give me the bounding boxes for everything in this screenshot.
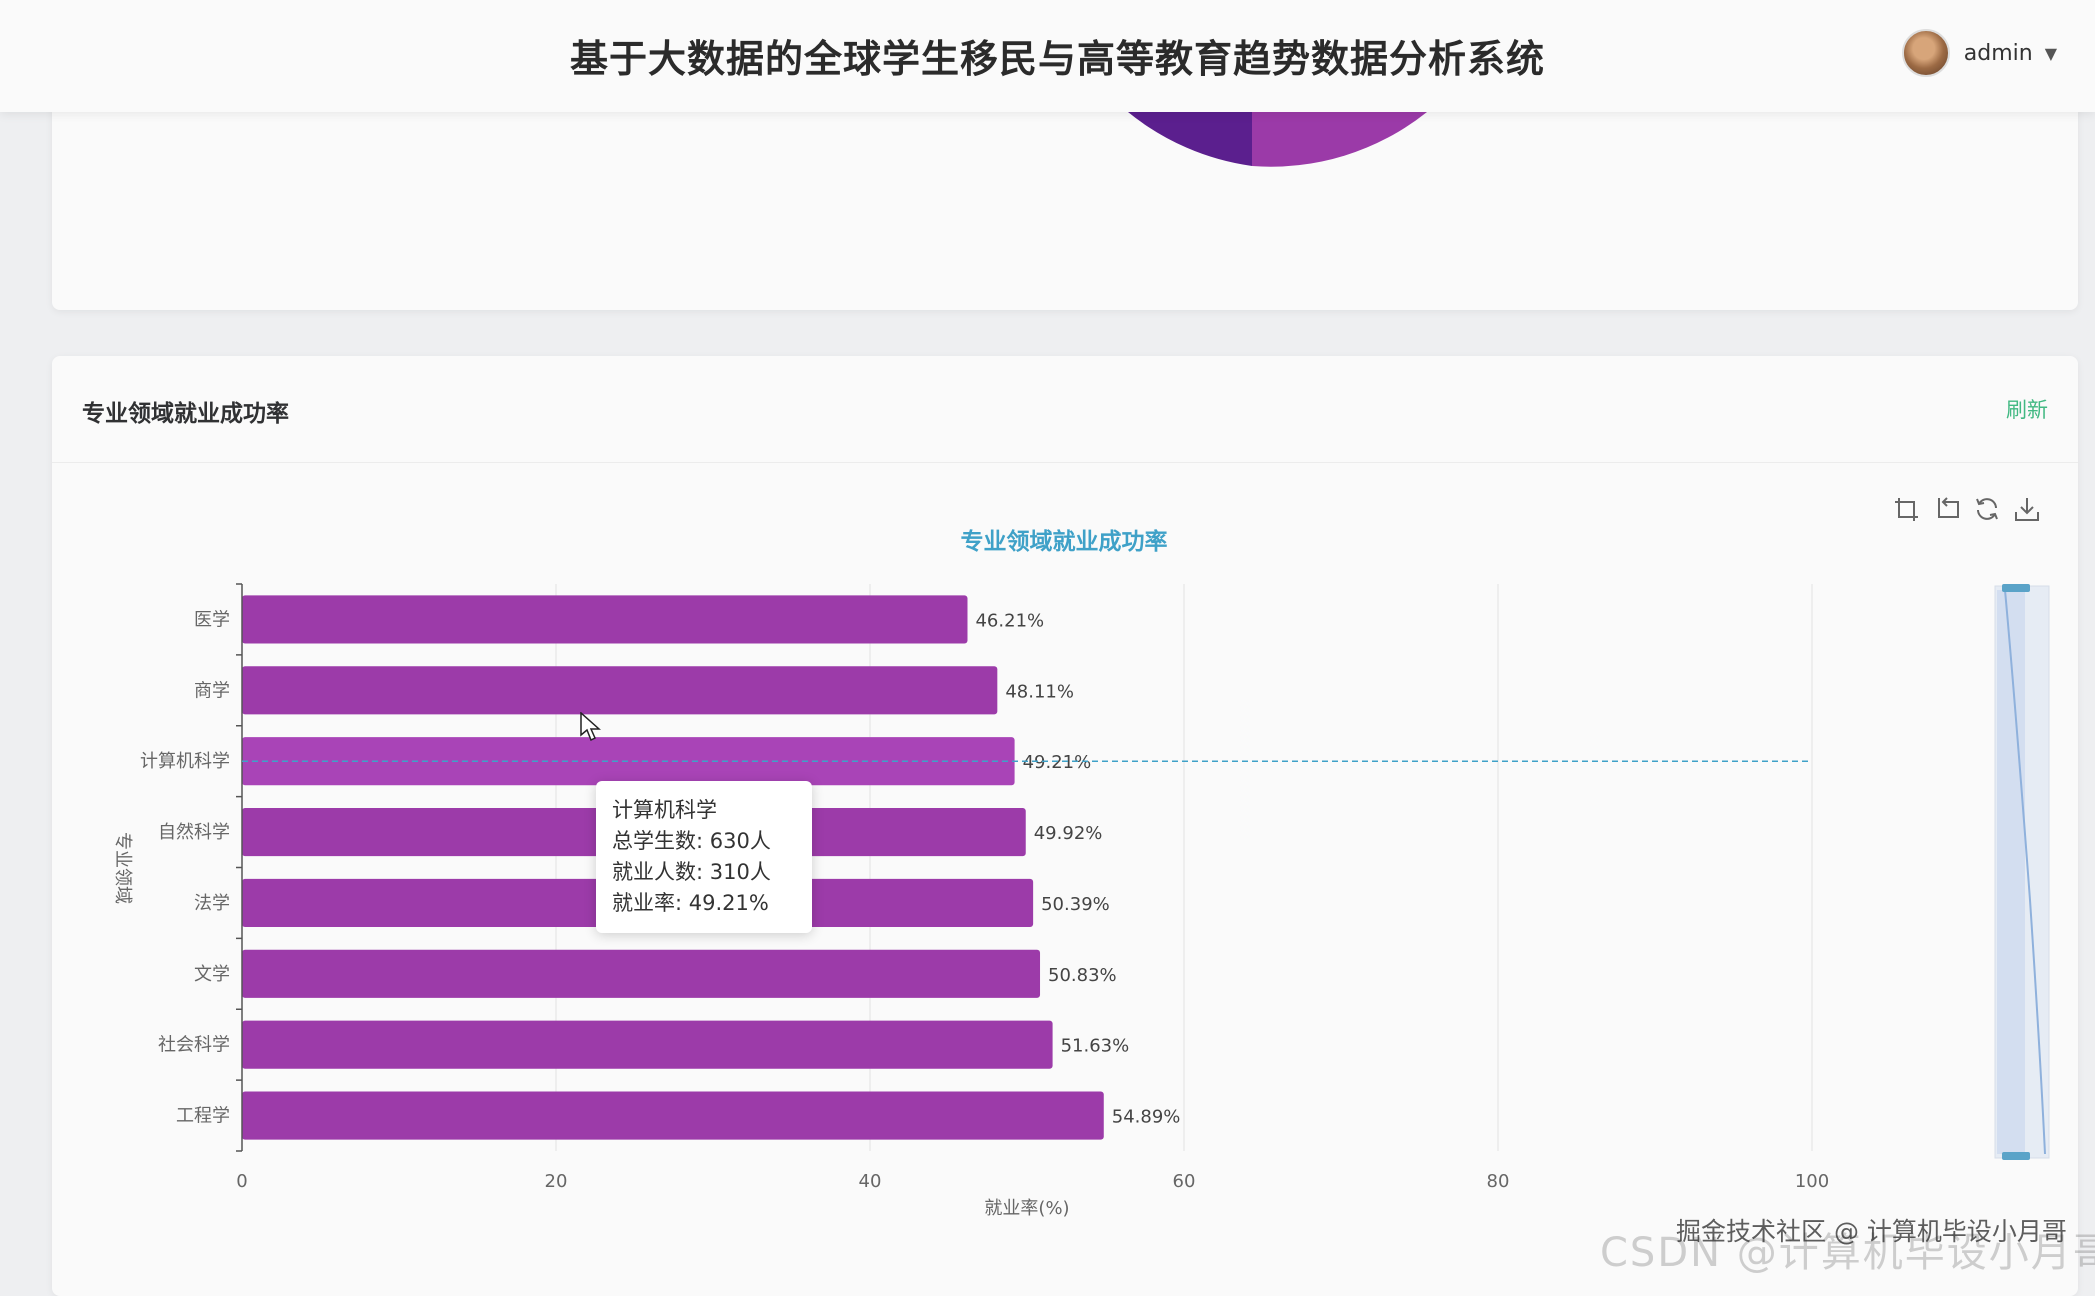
bar[interactable] (242, 1020, 1053, 1069)
y-tick-label: 法学 (194, 893, 230, 914)
y-tick-label: 计算机科学 (140, 751, 230, 772)
data-label: 46.21% (975, 610, 1044, 631)
avatar[interactable] (1901, 29, 1950, 77)
chart-title: 专业领域就业成功率 (961, 528, 1168, 555)
datazoom-handle-bottom[interactable] (2002, 1152, 2030, 1160)
x-tick-label: 40 (859, 1171, 882, 1192)
app-title: 基于大数据的全球学生移民与高等教育趋势数据分析系统 (569, 37, 1545, 81)
tooltip-employed: 就业人数: 310人 (612, 860, 771, 884)
mouse-cursor-icon (580, 712, 601, 742)
data-label: 48.11% (1005, 681, 1074, 702)
tooltip-total-students: 总学生数: 630人 (612, 829, 771, 853)
bar[interactable] (242, 949, 1041, 998)
tooltip-category: 计算机科学 (612, 798, 717, 822)
data-label: 54.89% (1112, 1107, 1181, 1128)
x-tick-label: 100 (1795, 1171, 1829, 1192)
top-header: 基于大数据的全球学生移民与高等教育趋势数据分析系统 admin ▼ (0, 0, 2095, 112)
y-tick-label: 社会科学 (158, 1035, 230, 1056)
data-label: 50.39% (1041, 894, 1110, 915)
tooltip-rate: 就业率: 49.21% (612, 891, 769, 915)
user-name[interactable]: admin (1964, 41, 2033, 66)
bar-chart: 0 20 40 60 80 100 医学 46.21% 商学 48.11% 计算机科学 49.21% 自… (112, 528, 2050, 1219)
chart-tooltip: 计算机科学 总学生数: 630人 就业人数: 310人 就业率: 49.21% (596, 781, 812, 933)
user-menu[interactable]: admin ▼ (1901, 28, 2057, 78)
chevron-down-icon[interactable]: ▼ (2045, 44, 2057, 63)
datazoom-handle-top[interactable] (2002, 584, 2030, 592)
x-tick-label: 80 (1487, 1171, 1510, 1192)
data-label: 49.92% (1034, 823, 1103, 844)
x-tick-label: 0 (236, 1171, 247, 1192)
y-tick-label: 文学 (194, 964, 230, 985)
bar[interactable] (242, 595, 968, 644)
y-tick-label: 自然科学 (158, 822, 230, 843)
y-tick-label: 商学 (194, 680, 230, 701)
datazoom-slider[interactable] (1994, 584, 2050, 1160)
data-label: 51.63% (1061, 1036, 1130, 1057)
bar[interactable] (242, 666, 998, 715)
y-axis-label: 专业领域 (112, 832, 133, 904)
data-label: 49.21% (1023, 752, 1092, 773)
x-axis-label: 就业率(%) (984, 1198, 1069, 1219)
x-tick-label: 20 (545, 1171, 568, 1192)
data-label: 50.83% (1048, 965, 1117, 986)
watermark-juejin: 掘金技术社区 @ 计算机毕设小月哥 (1676, 1217, 2067, 1246)
y-tick-label: 医学 (194, 609, 230, 630)
bar[interactable] (242, 1091, 1104, 1140)
y-tick-label: 工程学 (176, 1106, 230, 1127)
x-tick-label: 60 (1173, 1171, 1196, 1192)
